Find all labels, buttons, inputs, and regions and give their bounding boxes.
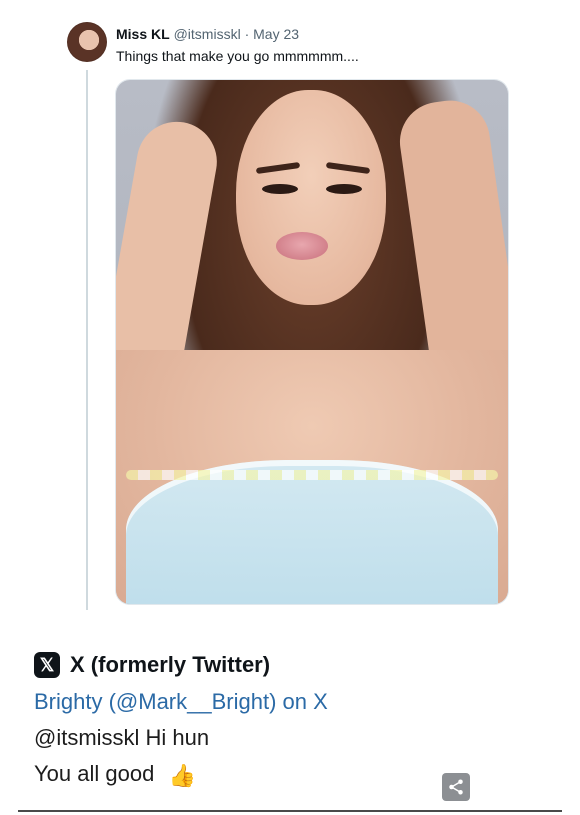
embed-platform-title: X (formerly Twitter) bbox=[70, 652, 271, 677]
thumbs-up-emoji: 👍 bbox=[168, 763, 196, 788]
embed-line-2-text: You all good bbox=[34, 761, 155, 786]
author-handle-date[interactable]: @itsmisskl · May 23 bbox=[174, 26, 299, 42]
media-eye-right bbox=[326, 184, 362, 194]
bottom-divider bbox=[18, 810, 562, 812]
embed-line-1: @itsmisskl Hi hun bbox=[34, 725, 210, 750]
tweet-header: Miss KL @itsmisskl · May 23 bbox=[116, 26, 299, 42]
tweet-media[interactable] bbox=[116, 80, 508, 604]
embed-link[interactable]: Brighty (@Mark__Bright) on X bbox=[34, 689, 328, 715]
media-face-shape bbox=[236, 90, 386, 305]
x-logo-icon: 𝕏 bbox=[34, 652, 60, 678]
share-icon bbox=[449, 779, 463, 795]
embed-card: 𝕏 X (formerly Twitter) Brighty (@Mark__B… bbox=[34, 651, 328, 789]
media-eye-left bbox=[262, 184, 298, 194]
thread-line bbox=[86, 70, 88, 610]
media-lips bbox=[276, 232, 328, 260]
media-garment-shape bbox=[126, 460, 498, 604]
author-avatar[interactable] bbox=[67, 22, 107, 62]
embed-platform-row: 𝕏 X (formerly Twitter) bbox=[34, 651, 328, 679]
author-name[interactable]: Miss KL bbox=[116, 26, 170, 42]
share-button[interactable] bbox=[442, 773, 470, 801]
tweet-text: Things that make you go mmmmmm.... bbox=[116, 48, 359, 64]
embed-line-2: You all good 👍 bbox=[34, 761, 328, 789]
